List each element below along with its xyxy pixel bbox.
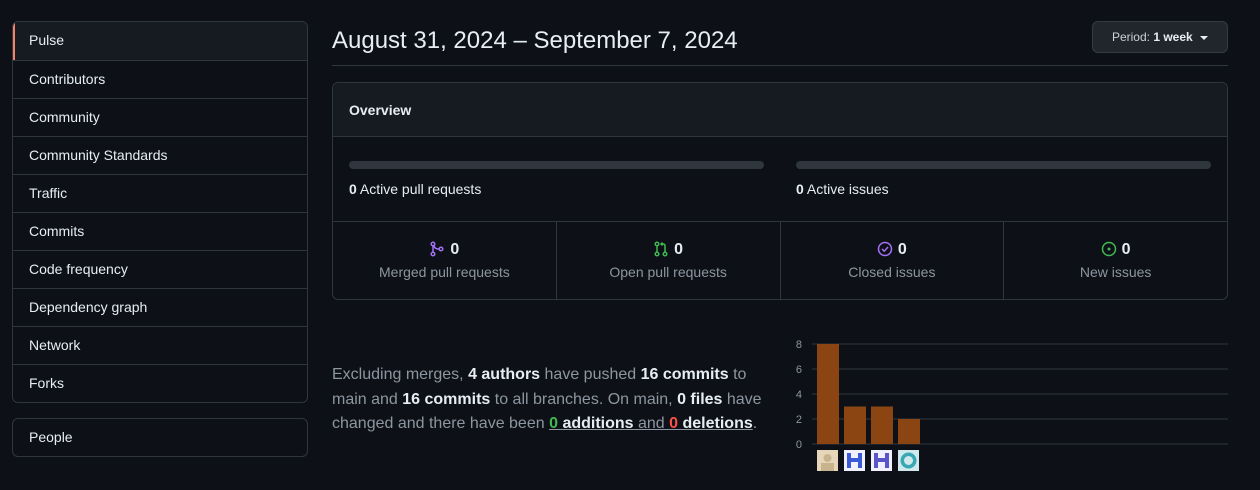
bar[interactable] [844,406,866,445]
page-title: August 31, 2024 – September 7, 2024 [332,27,738,54]
period-value: 1 week [1153,30,1193,44]
open-prs-label: Open pull requests [609,264,727,280]
sidebar-item-commits[interactable]: Commits [13,212,307,250]
summary-text-4: to all branches. On main, [490,390,678,408]
stat-closed-issues[interactable]: 0 Closed issues [779,222,1004,299]
overview-stats-row: 0 Merged pull requests 0 Open pull reque… [333,222,1227,299]
git-pull-request-icon [654,241,668,257]
sidebar-item-forks[interactable]: Forks [13,364,307,402]
author-avatar[interactable] [844,450,865,471]
sidebar-item-pulse[interactable]: Pulse [13,22,307,60]
y-tick-label: 0 [796,439,802,451]
issue-closed-icon [877,241,893,257]
open-prs-count: 0 [674,241,684,258]
summary-text-2: have pushed [540,366,641,383]
y-tick-label: 2 [796,414,802,426]
stat-new-issues[interactable]: 0 New issues [1003,222,1227,299]
bar[interactable] [898,419,920,444]
active-issues-progress-bar [796,161,1211,169]
new-issues-label: New issues [1079,264,1152,280]
active-prs-count: 0 [349,181,357,197]
commit-summary: Excluding merges, 4 authors have pushed … [332,363,782,437]
closed-issues-label: Closed issues [848,264,936,280]
merged-prs-count: 0 [450,241,460,258]
author-avatar[interactable] [817,450,838,471]
authors-count: 4 authors [468,366,541,383]
author-avatar[interactable] [871,450,892,471]
additions-count: 0 [549,415,558,432]
overview-summary-row: 0 Active pull requests 0 Active issues [333,137,1227,222]
summary-text-6: and [633,415,670,432]
stat-open-prs[interactable]: 0 Open pull requests [555,222,780,299]
bar[interactable] [817,344,839,444]
active-issues-count: 0 [796,181,804,197]
summary-text-1: Excluding merges, [332,366,469,383]
sidebar-item-code-frequency[interactable]: Code frequency [13,250,307,288]
closed-issues-count: 0 [897,241,907,258]
overview-title: Overview [333,83,1227,137]
header-divider [332,65,1228,66]
issue-opened-icon [1101,241,1116,257]
active-prs-progress-bar [349,161,764,169]
active-issues-label: Active issues [806,181,889,197]
git-merge-icon [430,241,444,257]
additions-link[interactable]: 0 additions and 0 deletions [549,415,753,432]
stat-merged-prs[interactable]: 0 Merged pull requests [333,222,556,299]
new-issues-count: 0 [1121,241,1131,258]
files-changed-count: 0 files [677,390,723,408]
sidebar-item-community-standards[interactable]: Community Standards [13,136,307,174]
bar[interactable] [871,406,893,445]
overview-box: Overview 0 Active pull requests 0 Active… [332,82,1228,300]
period-label: Period: [1111,30,1150,44]
y-tick-label: 8 [796,339,802,351]
insights-sidenav: Pulse Contributors Community Community S… [12,21,308,403]
sidebar-item-community[interactable]: Community [13,98,307,136]
active-prs-link[interactable]: 0 Active pull requests [349,181,481,197]
additions-word: additions [562,415,634,432]
author-avatar[interactable] [898,450,919,471]
active-issues-link[interactable]: 0 Active issues [796,181,889,197]
sidebar-item-dependency-graph[interactable]: Dependency graph [13,288,307,326]
sidebar-item-contributors[interactable]: Contributors [13,60,307,98]
commits-all-count: 16 commits [402,390,491,408]
summary-text-7: . [752,415,758,432]
sidebar-item-traffic[interactable]: Traffic [13,174,307,212]
y-tick-label: 6 [796,364,802,376]
deletions-word: deletions [682,415,753,432]
commits-by-author-chart: 0 2 4 6 8 [796,339,1228,471]
y-tick-label: 4 [796,389,802,401]
commits-main-count: 16 commits [640,366,729,383]
merged-prs-label: Merged pull requests [379,264,510,280]
sidebar-item-network[interactable]: Network [13,326,307,364]
sidebar-item-people[interactable]: People [12,418,308,457]
caret-down-icon [1200,35,1209,40]
deletions-count: 0 [669,415,679,432]
period-dropdown-button[interactable]: Period: 1 week [1092,21,1228,53]
active-prs-label: Active pull requests [359,181,482,197]
